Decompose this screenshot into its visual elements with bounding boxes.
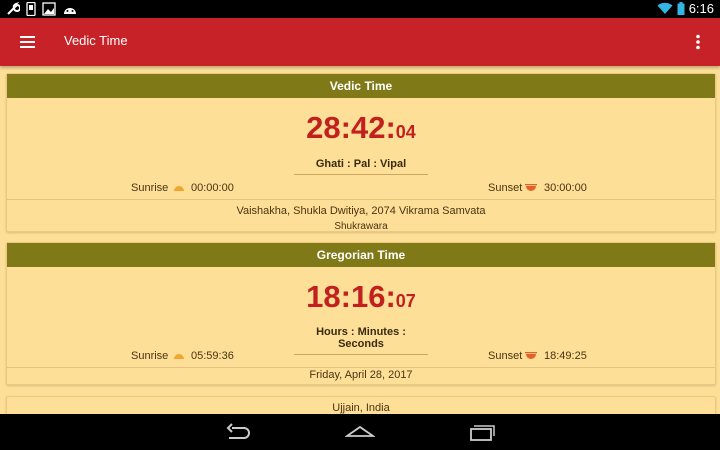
sunset-icon — [525, 184, 537, 191]
gregorian-sun-row: Sunrise 05:59:36 Sunset 18:49:25 — [7, 348, 715, 368]
gregorian-sunset-label: Sunset — [488, 350, 523, 362]
gregorian-time-seconds: 07 — [395, 291, 416, 311]
image-icon — [42, 2, 56, 16]
vedic-units-label: Ghati : Pal : Vipal — [294, 158, 428, 175]
status-bar: 6:16 — [0, 0, 720, 18]
notification-icons — [6, 2, 78, 16]
gregorian-sunrise-value: 05:59:36 — [191, 350, 234, 362]
android-icon — [64, 8, 76, 14]
vedic-time-seconds: 04 — [395, 122, 416, 142]
vedic-sunset-value: 30:00:00 — [544, 182, 587, 194]
battery-icon — [677, 2, 685, 15]
navigation-bar — [0, 414, 720, 450]
sunrise-icon — [174, 354, 184, 359]
vedic-day-name: Shukrawara — [334, 221, 388, 232]
sunrise-icon — [174, 186, 184, 191]
wrench-icon — [7, 2, 20, 15]
vedic-time-card: Vedic Time 28:42:04 Ghati : Pal : Vipal … — [6, 73, 716, 232]
app-bar: Vedic Time — [0, 18, 720, 66]
gregorian-sunset-value: 18:49:25 — [544, 350, 587, 362]
back-icon[interactable] — [224, 422, 254, 442]
gregorian-card-header: Gregorian Time — [7, 243, 715, 267]
vedic-sun-row: Sunrise 00:00:00 Sunset 30:00:00 — [7, 180, 715, 200]
vedic-sunrise-label: Sunrise — [131, 182, 169, 194]
location-text: Ujjain, India — [332, 402, 390, 414]
vedic-divider — [7, 199, 715, 200]
status-time: 6:16 — [688, 1, 714, 16]
main-content[interactable]: Vedic Time 28:42:04 Ghati : Pal : Vipal … — [0, 66, 720, 414]
vedic-sunset-label: Sunset — [488, 182, 523, 194]
system-status: 6:16 — [657, 1, 714, 16]
gregorian-date-line: Friday, April 28, 2017 — [309, 369, 413, 381]
vedic-date-line: Vaishakha, Shukla Dwitiya, 2074 Vikrama … — [236, 205, 486, 217]
location-card: Ujjain, India — [6, 396, 716, 414]
wifi-icon — [657, 2, 673, 14]
recents-icon[interactable] — [467, 422, 497, 442]
vedic-time-display: 28:42:04 — [7, 110, 715, 146]
hamburger-menu-icon[interactable] — [14, 30, 42, 54]
more-vert-icon[interactable] — [688, 30, 708, 54]
vedic-sunrise-value: 00:00:00 — [191, 182, 234, 194]
app-title: Vedic Time — [64, 33, 128, 48]
phone-icon — [26, 2, 36, 16]
gregorian-divider — [7, 367, 715, 368]
gregorian-time-display: 18:16:07 — [7, 279, 715, 315]
home-icon[interactable] — [344, 422, 376, 442]
sunset-icon — [525, 352, 537, 359]
vedic-card-header: Vedic Time — [7, 74, 715, 98]
gregorian-time-card: Gregorian Time 18:16:07 Hours : Minutes … — [6, 242, 716, 385]
vedic-time-main: 28:42: — [306, 110, 396, 145]
gregorian-sunrise-label: Sunrise — [131, 350, 169, 362]
gregorian-time-main: 18:16: — [306, 279, 396, 314]
